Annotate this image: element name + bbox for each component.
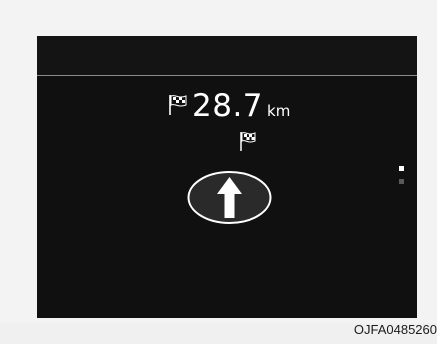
distance-unit: km (267, 102, 291, 120)
page-indicator (399, 166, 405, 188)
figure-frame: 28.7 km (0, 0, 437, 323)
cluster-display: 28.7 km (37, 36, 417, 318)
header-divider (37, 75, 417, 76)
figure-caption: OJFA0485260 (353, 322, 437, 337)
distance-to-destination: 28.7 km (192, 88, 290, 124)
top-status-band (37, 36, 417, 75)
page-dot-active (399, 166, 404, 171)
distance-value: 28.7 (192, 88, 264, 124)
checkered-flag-icon (169, 95, 187, 115)
straight-arrow-icon (187, 171, 272, 224)
waypoint-flag-icon (240, 132, 256, 151)
page-dot-inactive (399, 179, 404, 184)
